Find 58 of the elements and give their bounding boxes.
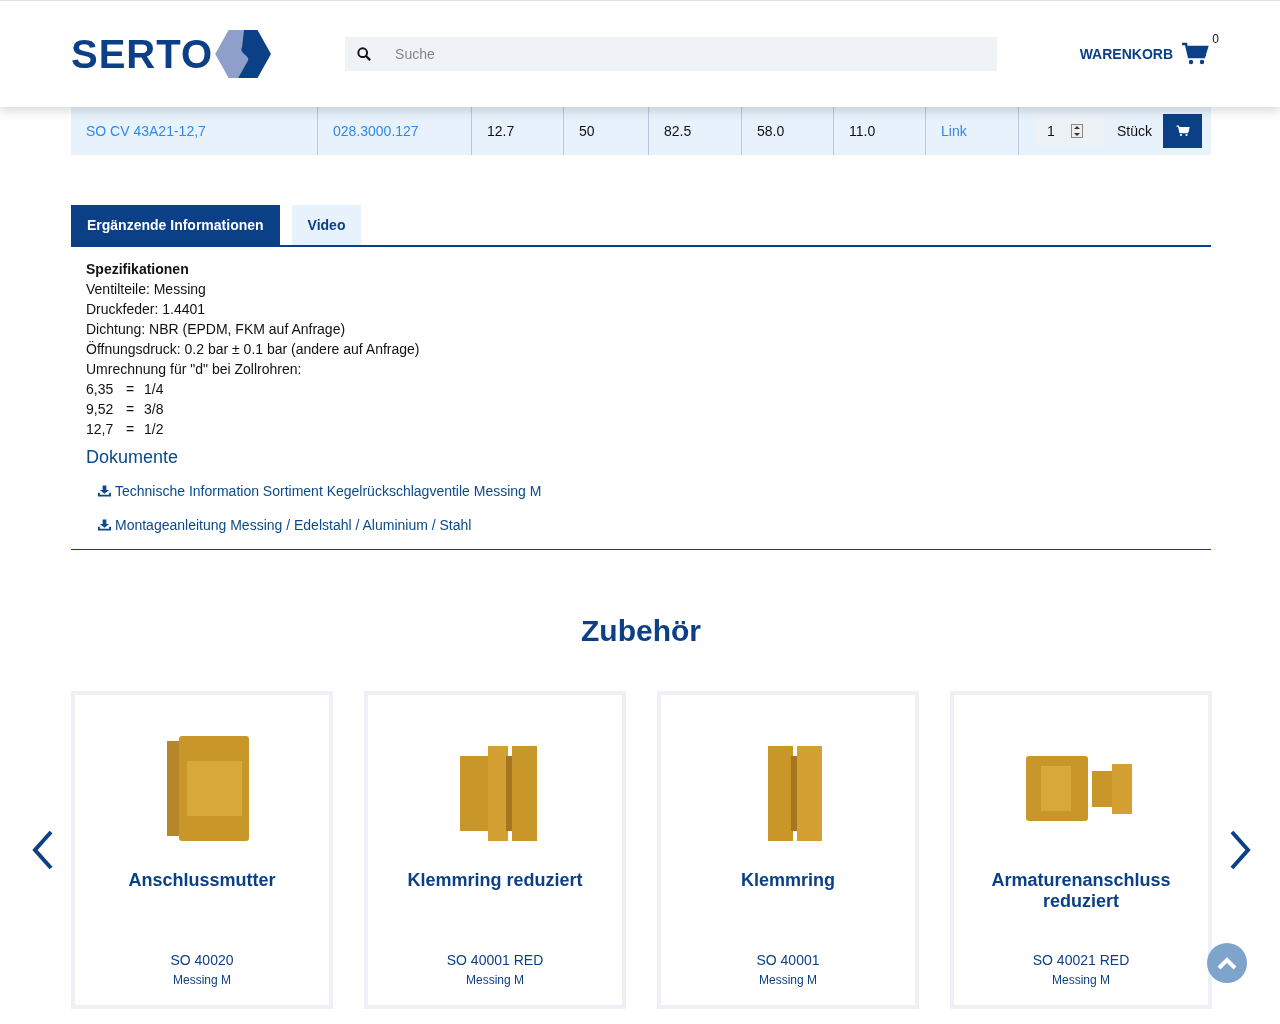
- table-cell: 50: [564, 107, 649, 155]
- search-field[interactable]: Suche: [345, 37, 998, 71]
- cart-count: 0: [1212, 31, 1219, 48]
- tab[interactable]: Video: [291, 205, 362, 245]
- product-code: SO 40001 RED: [446, 951, 544, 970]
- document-link[interactable]: Montageanleitung Messing / Edelstahl / Aluminium / Stahl: [98, 515, 1211, 535]
- documents-heading: Dokumente: [86, 447, 180, 467]
- product-card[interactable]: Armaturenanschluss reduziert SO 40021 RED Messing M: [950, 691, 1212, 1009]
- product-material: Messing M: [466, 972, 524, 989]
- tab[interactable]: Ergänzende Informationen: [71, 205, 280, 245]
- conversion-mm: 12,7: [86, 420, 115, 439]
- download-icon: [98, 485, 111, 497]
- cart-link[interactable]: WARENKORB: [1079, 42, 1209, 66]
- product-name: Klemmring: [740, 870, 836, 891]
- product-material: Messing M: [759, 972, 817, 989]
- product-name: Armaturenanschluss reduziert: [990, 870, 1172, 912]
- product-card[interactable]: Klemmring reduziert SO 40001 RED Messing M: [364, 691, 626, 1009]
- product-material: Messing M: [173, 972, 231, 989]
- scroll-to-top-button[interactable]: [1207, 943, 1247, 983]
- product-material: Messing M: [1052, 972, 1110, 989]
- accessories-heading: Zubehör: [580, 613, 702, 649]
- document-link[interactable]: Technische Information Sortiment Kegelrückschlagventile Messing M: [98, 481, 1211, 501]
- spec-line: Druckfeder: 1.4401: [86, 300, 207, 319]
- spec-line: Öffnungsdruck: 0.2 bar ± 0.1 bar (andere auf Anfrage): [86, 340, 421, 359]
- unit-label: Stück: [1117, 121, 1153, 141]
- product-name: Klemmring reduziert: [406, 870, 584, 891]
- product-name: Anschlussmutter: [127, 870, 277, 891]
- conversion-inch: 1/2: [144, 420, 164, 439]
- search-icon: [357, 47, 372, 61]
- quantity-field[interactable]: 1: [1035, 115, 1105, 147]
- conversion-equals: =: [126, 420, 136, 439]
- stepper-icon[interactable]: [1070, 124, 1083, 138]
- conversion-mm: 6,35: [86, 380, 115, 399]
- table-cell: 58.0: [742, 107, 834, 155]
- add-to-cart-button[interactable]: [1163, 114, 1202, 148]
- spec-line: Umrechnung für "d" bei Zollrohren:: [86, 360, 303, 379]
- logo-icon: [215, 30, 274, 78]
- product-code: SO 40021 RED: [1032, 951, 1130, 970]
- table-cell: 82.5: [649, 107, 742, 155]
- table-cell: 11.0: [834, 107, 926, 155]
- conversion-equals: =: [126, 400, 136, 419]
- table-cell: 12.7: [472, 107, 564, 155]
- cart-icon: [1175, 125, 1190, 137]
- chevron-up-icon: [1217, 956, 1237, 970]
- conversion-inch: 1/4: [144, 380, 164, 399]
- product-code: SO 40020: [170, 951, 234, 970]
- cart-icon: [1181, 42, 1209, 66]
- logo-text: SERTO: [71, 34, 214, 74]
- product-card[interactable]: Klemmring SO 40001 Messing M: [657, 691, 919, 1009]
- conversion-inch: 3/8: [144, 400, 164, 419]
- download-icon: [98, 519, 111, 531]
- product-card[interactable]: Anschlussmutter SO 40020 Messing M: [71, 691, 333, 1009]
- specs-title: Spezifikationen: [86, 260, 190, 279]
- conversion-mm: 9,52: [86, 400, 115, 419]
- spec-line: Ventilteile: Messing: [86, 280, 207, 299]
- conversion-equals: =: [126, 380, 136, 399]
- spec-line: Dichtung: NBR (EPDM, FKM auf Anfrage): [86, 320, 347, 339]
- product-code: SO 40001: [756, 951, 820, 970]
